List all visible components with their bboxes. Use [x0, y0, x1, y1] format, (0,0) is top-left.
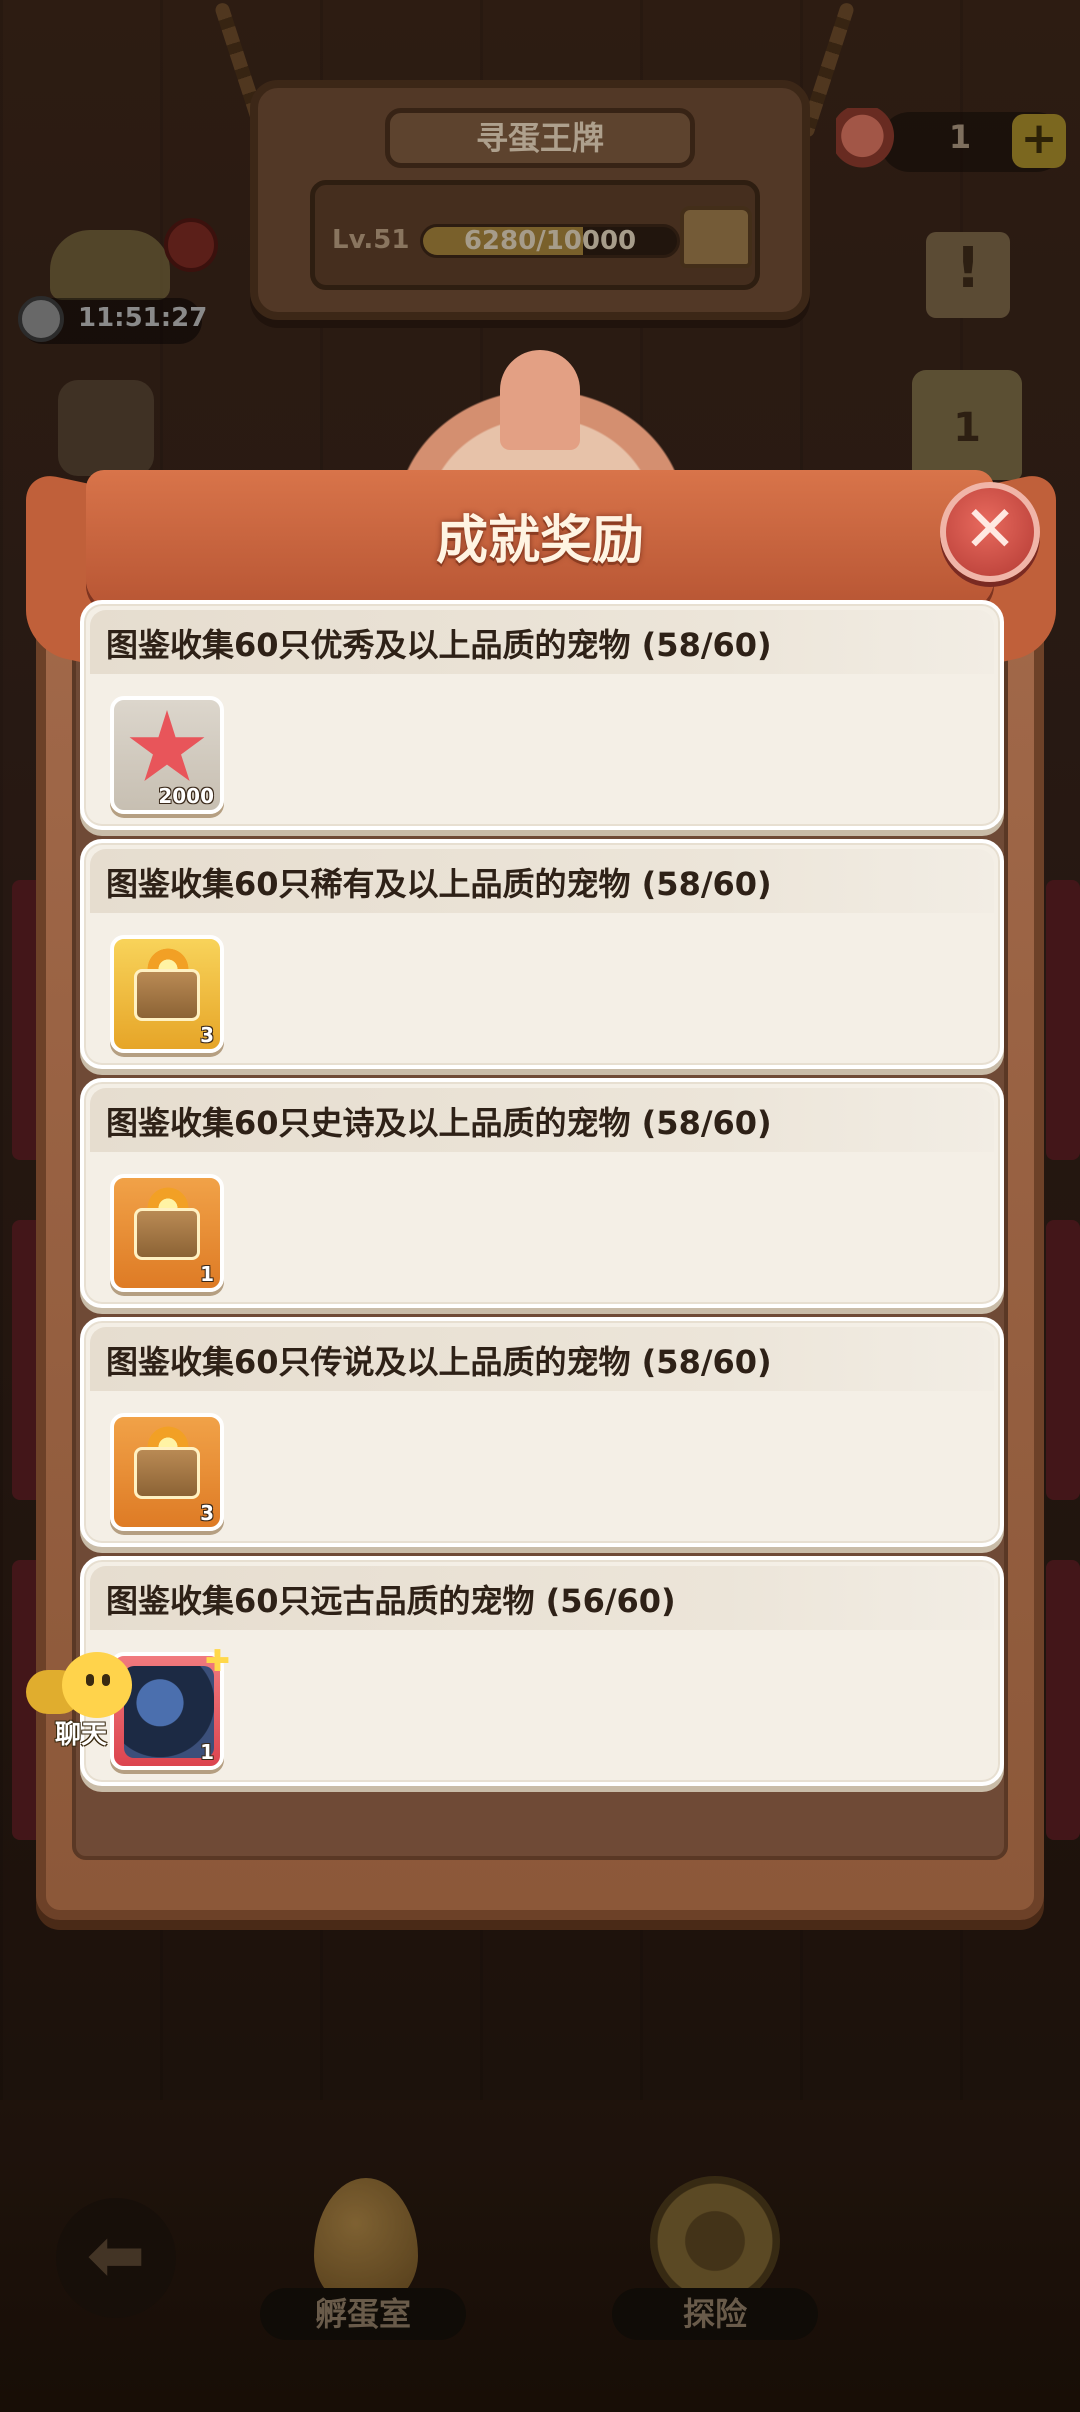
smiley-eye-right: [102, 1674, 110, 1686]
starfish-icon: [129, 710, 205, 781]
reward-count: 2000: [158, 784, 214, 808]
achievement-list[interactable]: 图鉴收集60只优秀及以上品质的宠物 (58/60) 2000 图鉴收集60只稀有…: [80, 600, 1004, 1795]
chat-button[interactable]: 聊天: [26, 1650, 138, 1750]
achievement-title: 图鉴收集60只远古品质的宠物 (56/60): [106, 1582, 676, 1620]
reward-count: 1: [200, 1262, 214, 1286]
reward-count: 1: [200, 1740, 214, 1764]
achievement-title: 图鉴收集60只史诗及以上品质的宠物 (58/60): [106, 1104, 772, 1142]
achievement-title: 图鉴收集60只传说及以上品质的宠物 (58/60): [106, 1343, 772, 1381]
achievement-card: 图鉴收集60只史诗及以上品质的宠物 (58/60) 1: [80, 1078, 1004, 1308]
achievement-card: 图鉴收集60只传说及以上品质的宠物 (58/60) 3: [80, 1317, 1004, 1547]
plus-badge-icon: ✚: [204, 1644, 230, 1679]
reward-count: 3: [200, 1023, 214, 1047]
gold-chest-icon: [134, 1447, 200, 1499]
achievement-title: 图鉴收集60只优秀及以上品质的宠物 (58/60): [106, 626, 772, 664]
smiley-eye-left: [86, 1674, 94, 1686]
achievement-title: 图鉴收集60只稀有及以上品质的宠物 (58/60): [106, 865, 772, 903]
reward-count: 3: [200, 1501, 214, 1525]
achievement-reward-modal: 成就奖励 ✕ 图鉴收集60只优秀及以上品质的宠物 (58/60) 2000 图鉴…: [26, 350, 1056, 1920]
reward-item[interactable]: 1: [110, 1174, 224, 1292]
reward-item[interactable]: 3: [110, 1413, 224, 1531]
achievement-card: 图鉴收集60只稀有及以上品质的宠物 (58/60) 3: [80, 839, 1004, 1069]
close-button[interactable]: ✕: [940, 482, 1040, 582]
modal-title: 成就奖励: [435, 511, 644, 571]
reward-item[interactable]: 2000: [110, 696, 224, 814]
reward-item[interactable]: 3: [110, 935, 224, 1053]
smiley-face-icon: [62, 1652, 132, 1718]
crown-top-icon: [500, 350, 580, 450]
achievement-card: 图鉴收集60只优秀及以上品质的宠物 (58/60) 2000: [80, 600, 1004, 830]
chat-label: 聊天: [54, 1720, 107, 1750]
achievement-card: 图鉴收集60只远古品质的宠物 (56/60) ✚ 1: [80, 1556, 1004, 1786]
gold-chest-icon: [134, 969, 200, 1021]
gold-chest-icon: [134, 1208, 200, 1260]
